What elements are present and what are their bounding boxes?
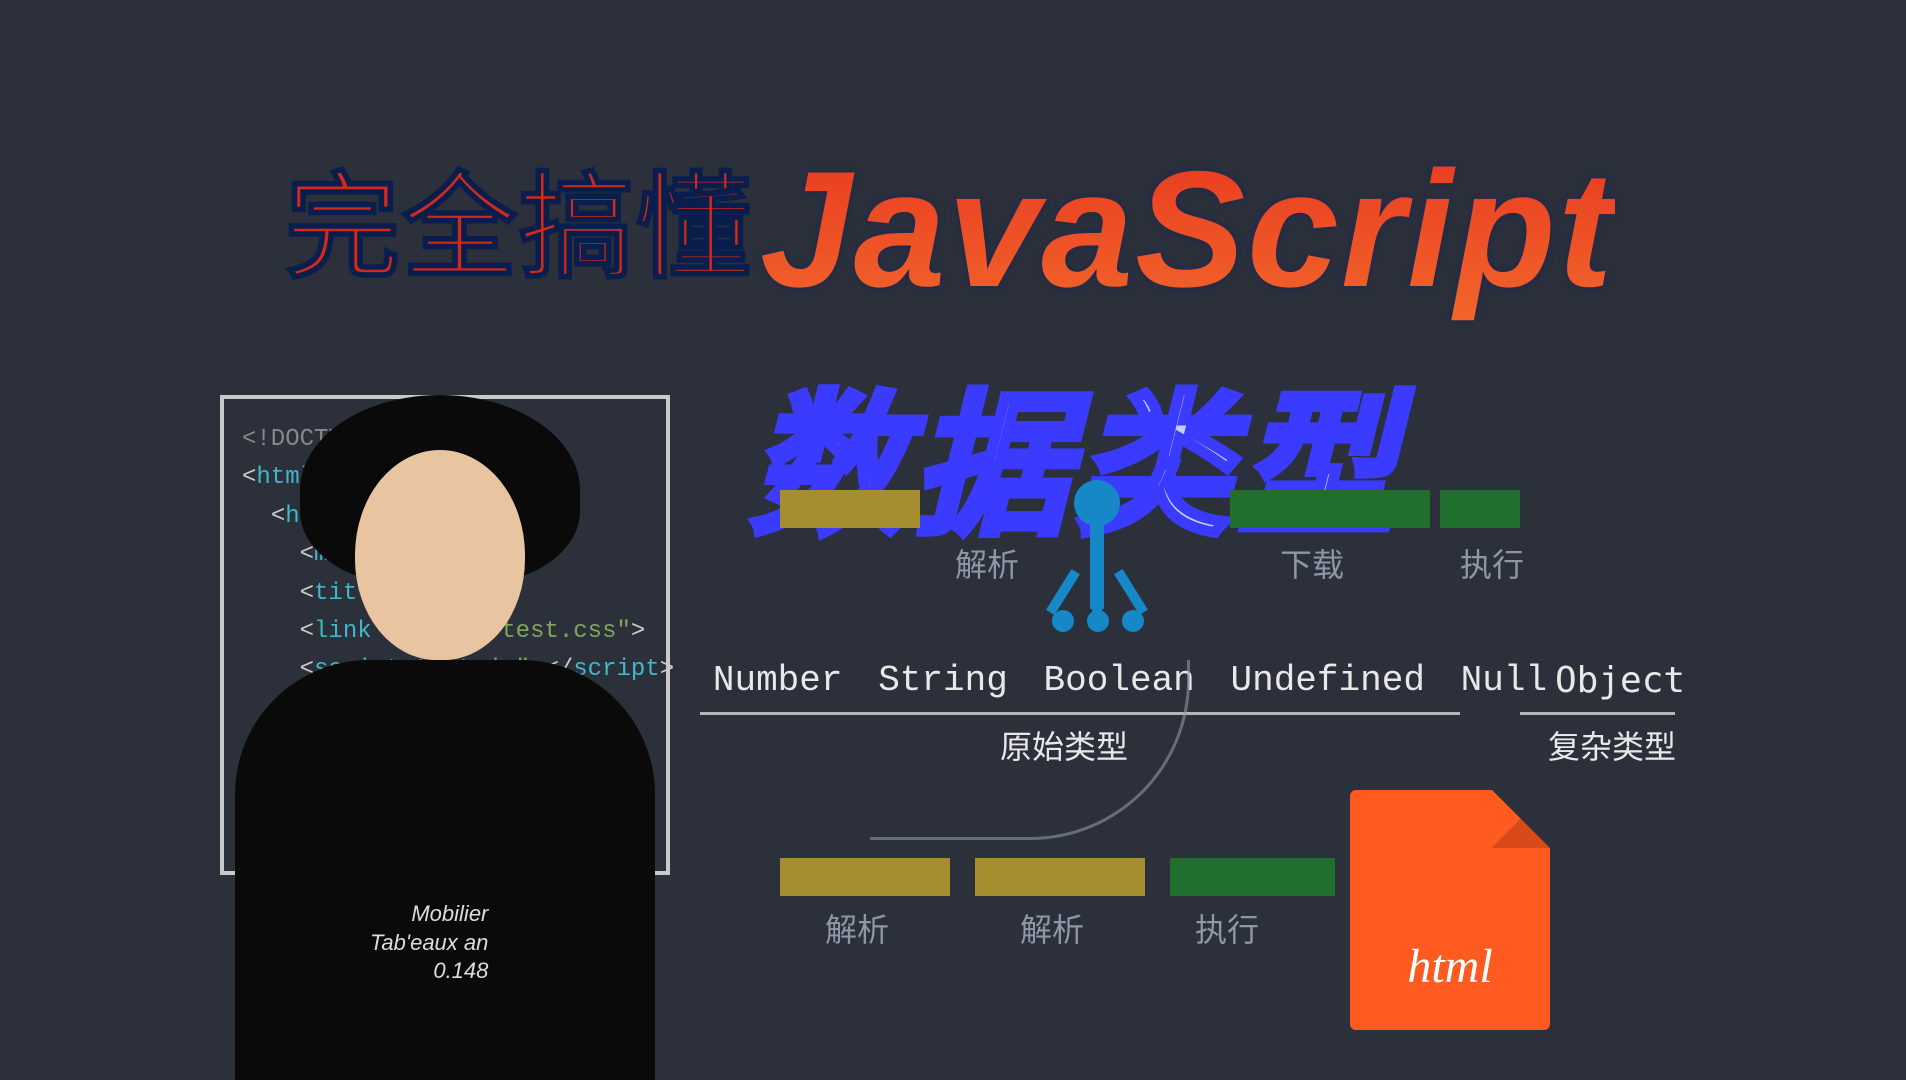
html-file-icon: html [1350,790,1550,1030]
bottom-bar-parse-1 [780,858,950,896]
type-null: Null [1461,660,1547,701]
timeline-bar-download [1230,490,1430,528]
label-exec: 执行 [1460,540,1524,586]
label-parse-b2: 解析 [1020,905,1084,951]
label-exec-b: 执行 [1195,905,1259,951]
bottom-bar-exec [1170,858,1335,896]
type-object: Object [1555,660,1685,701]
label-parse: 解析 [955,540,1019,586]
bottom-bar-parse-2 [975,858,1145,896]
timeline-bar-parse [780,490,920,528]
title-chinese: 完全搞懂 [285,135,753,301]
divider-complex [1520,712,1675,715]
arrow-arc [870,660,1190,840]
shirt-text: Mobilier Tab'eaux an 0.148 [370,900,488,986]
label-parse-b1: 解析 [825,905,889,951]
presenter-figure: Mobilier Tab'eaux an 0.148 [205,380,665,1080]
file-icon-label: html [1407,939,1492,994]
title-javascript: JavaScript [760,135,1615,324]
timeline-bar-exec [1440,490,1520,528]
type-undefined: Undefined [1231,660,1425,701]
label-complex: 复杂类型 [1548,722,1676,768]
type-number: Number [713,660,843,701]
tree-icon [1030,490,1170,650]
label-download: 下载 [1280,540,1344,586]
